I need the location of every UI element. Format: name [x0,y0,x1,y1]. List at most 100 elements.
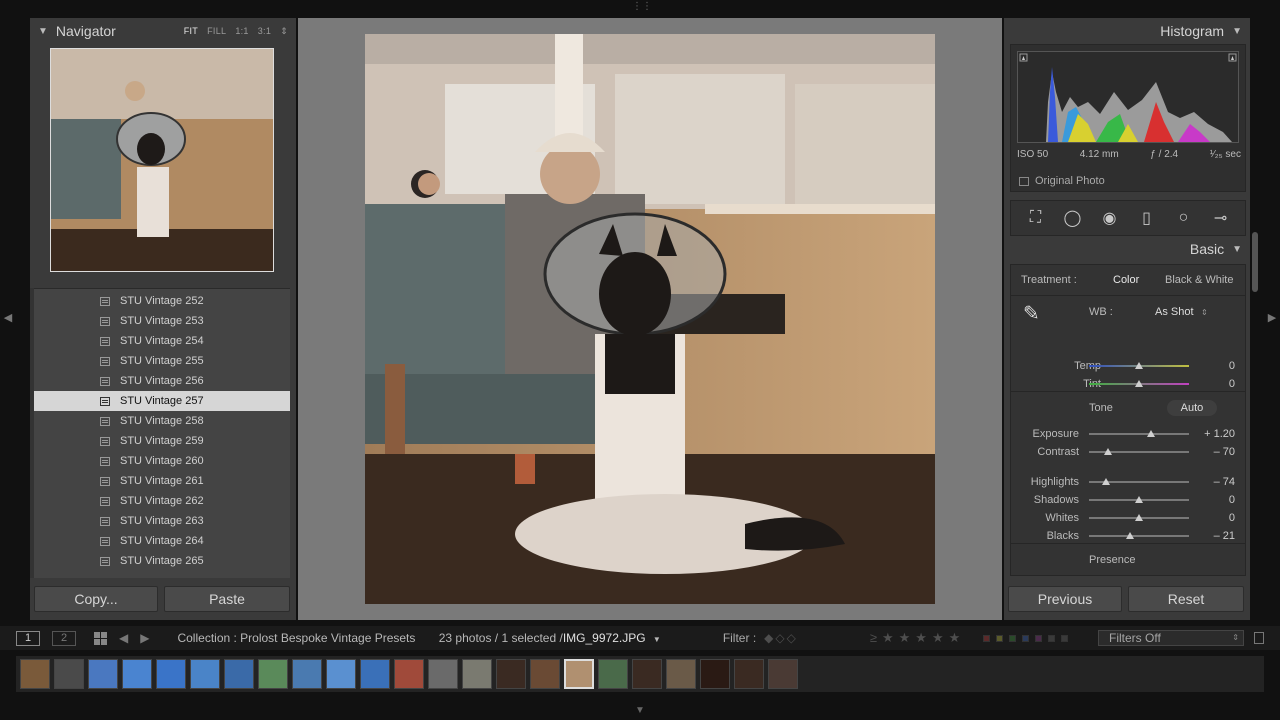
filmstrip-thumbnail[interactable] [326,659,356,689]
crop-overlay-icon[interactable]: ⛶ [1022,209,1050,227]
forward-arrow-icon[interactable]: ▶ [140,631,149,645]
original-photo-toggle[interactable]: Original Photo [1019,175,1105,187]
filmstrip-thumbnail[interactable] [258,659,288,689]
copy-button[interactable]: Copy... [34,586,158,612]
collapse-triangle-icon[interactable]: ▼ [1232,244,1242,255]
slider-track[interactable] [1089,430,1189,437]
preset-item[interactable]: STU Vintage 261 [34,471,290,491]
slider-value[interactable]: + 1.20 [1204,428,1235,440]
filmstrip-thumbnail[interactable] [54,659,84,689]
slider-thumb[interactable] [1104,448,1112,455]
slider-value[interactable]: 0 [1229,360,1235,372]
source-dropdown-icon[interactable]: ▼ [653,635,661,644]
filmstrip-thumbnail[interactable] [496,659,526,689]
right-panel-toggle-icon[interactable]: ▶ [1266,310,1278,326]
preset-item[interactable]: STU Vintage 256 [34,371,290,391]
previous-button[interactable]: Previous [1008,586,1122,612]
slider-thumb[interactable] [1147,430,1155,437]
filmstrip-thumbnail[interactable] [156,659,186,689]
treatment-bw-option[interactable]: Black & White [1165,274,1233,286]
slider-value[interactable]: 0 [1229,378,1235,390]
slider-track[interactable] [1089,496,1189,503]
filmstrip-thumbnail[interactable] [462,659,492,689]
preset-item[interactable]: STU Vintage 260 [34,451,290,471]
slider-track[interactable] [1089,448,1189,455]
filmstrip-thumbnail[interactable] [360,659,390,689]
slider-value[interactable]: – 74 [1214,476,1235,488]
preset-item[interactable]: STU Vintage 253 [34,311,290,331]
slider-track[interactable] [1089,380,1189,387]
treatment-color-option[interactable]: Color [1113,274,1139,286]
preset-item[interactable]: STU Vintage 258 [34,411,290,431]
filmstrip-thumbnail[interactable] [190,659,220,689]
filter-preset-dropdown[interactable]: Filters Off ⇕ [1098,630,1244,646]
filmstrip-thumbnail[interactable] [734,659,764,689]
main-photo[interactable] [365,34,935,604]
preset-item[interactable]: STU Vintage 263 [34,511,290,531]
filter-dropdown-arrow-icon[interactable]: ⇕ [1232,631,1239,645]
slider-thumb[interactable] [1135,380,1143,387]
slider-thumb[interactable] [1135,514,1143,521]
original-photo-checkbox[interactable] [1019,176,1029,186]
filmstrip-thumbnail[interactable] [598,659,628,689]
preset-item[interactable]: STU Vintage 265 [34,551,290,571]
back-arrow-icon[interactable]: ◀ [119,631,128,645]
slider-track[interactable] [1089,478,1189,485]
graduated-filter-icon[interactable]: ▯ [1133,208,1161,228]
wb-dropdown-arrow-icon[interactable]: ⇕ [1201,308,1208,317]
preset-item[interactable]: STU Vintage 262 [34,491,290,511]
filmstrip-thumbnail[interactable] [530,659,560,689]
histogram-header[interactable]: Histogram ▼ [1004,18,1250,44]
filmstrip-thumbnail[interactable] [700,659,730,689]
filmstrip-thumbnail[interactable] [394,659,424,689]
adjustment-brush-icon[interactable]: ⊸ [1207,208,1235,228]
red-eye-icon[interactable]: ◉ [1096,208,1124,228]
source-info[interactable]: Collection : Prolost Bespoke Vintage Pre… [177,631,660,645]
preset-item[interactable]: STU Vintage 257 [34,391,290,411]
bottom-panel-toggle-icon[interactable]: ▼ [632,706,648,716]
filmstrip-thumbnail[interactable] [428,659,458,689]
preset-item[interactable]: STU Vintage 259 [34,431,290,451]
right-panel-scrollbar[interactable] [1252,232,1258,292]
slider-value[interactable]: 0 [1229,512,1235,524]
secondary-window-1-button[interactable]: 1 [16,630,40,646]
filmstrip-thumbnail[interactable] [666,659,696,689]
filmstrip-thumbnail[interactable] [20,659,50,689]
zoom-stepper-icon[interactable]: ⇕ [280,26,288,37]
zoom-fill[interactable]: FILL [207,26,226,37]
navigator-preview[interactable] [50,48,274,272]
slider-thumb[interactable] [1135,496,1143,503]
color-label-filter[interactable] [983,634,1069,642]
left-panel-toggle-icon[interactable]: ◀ [2,310,14,326]
grid-view-icon[interactable] [94,631,107,645]
preset-item[interactable]: STU Vintage 252 [34,291,290,311]
top-panel-grip-icon[interactable]: ⋮⋮ [632,2,652,12]
zoom-3-1[interactable]: 3:1 [258,26,271,37]
filter-lock-icon[interactable] [1254,632,1264,644]
histogram-graph[interactable] [1017,51,1239,143]
spot-removal-icon[interactable]: ◯ [1059,208,1087,228]
collapse-triangle-icon[interactable]: ▼ [38,26,48,37]
filmstrip-thumbnail[interactable] [88,659,118,689]
slider-thumb[interactable] [1126,532,1134,539]
navigator-header[interactable]: ▼ Navigator FIT FILL 1:1 3:1 ⇕ [30,18,296,44]
zoom-1-1[interactable]: 1:1 [235,26,248,37]
basic-header[interactable]: Basic ▼ [1004,236,1250,262]
preset-item[interactable]: STU Vintage 254 [34,331,290,351]
slider-thumb[interactable] [1135,362,1143,369]
filmstrip-thumbnail[interactable] [564,659,594,689]
slider-thumb[interactable] [1102,478,1110,485]
flag-filter-icon[interactable]: ◆◇◇ [764,631,798,645]
slider-track[interactable] [1089,532,1189,539]
slider-track[interactable] [1089,514,1189,521]
auto-tone-button[interactable]: Auto [1167,400,1217,416]
collapse-triangle-icon[interactable]: ▼ [1232,26,1242,37]
slider-value[interactable]: – 21 [1214,530,1235,542]
preset-item[interactable]: STU Vintage 264 [34,531,290,551]
reset-button[interactable]: Reset [1128,586,1244,612]
preset-item[interactable]: STU Vintage 255 [34,351,290,371]
zoom-fit[interactable]: FIT [184,26,198,37]
filmstrip-thumbnail[interactable] [224,659,254,689]
rating-filter-icon[interactable]: ≥★★★★★ [870,630,965,646]
radial-filter-icon[interactable]: ○ [1170,209,1198,227]
